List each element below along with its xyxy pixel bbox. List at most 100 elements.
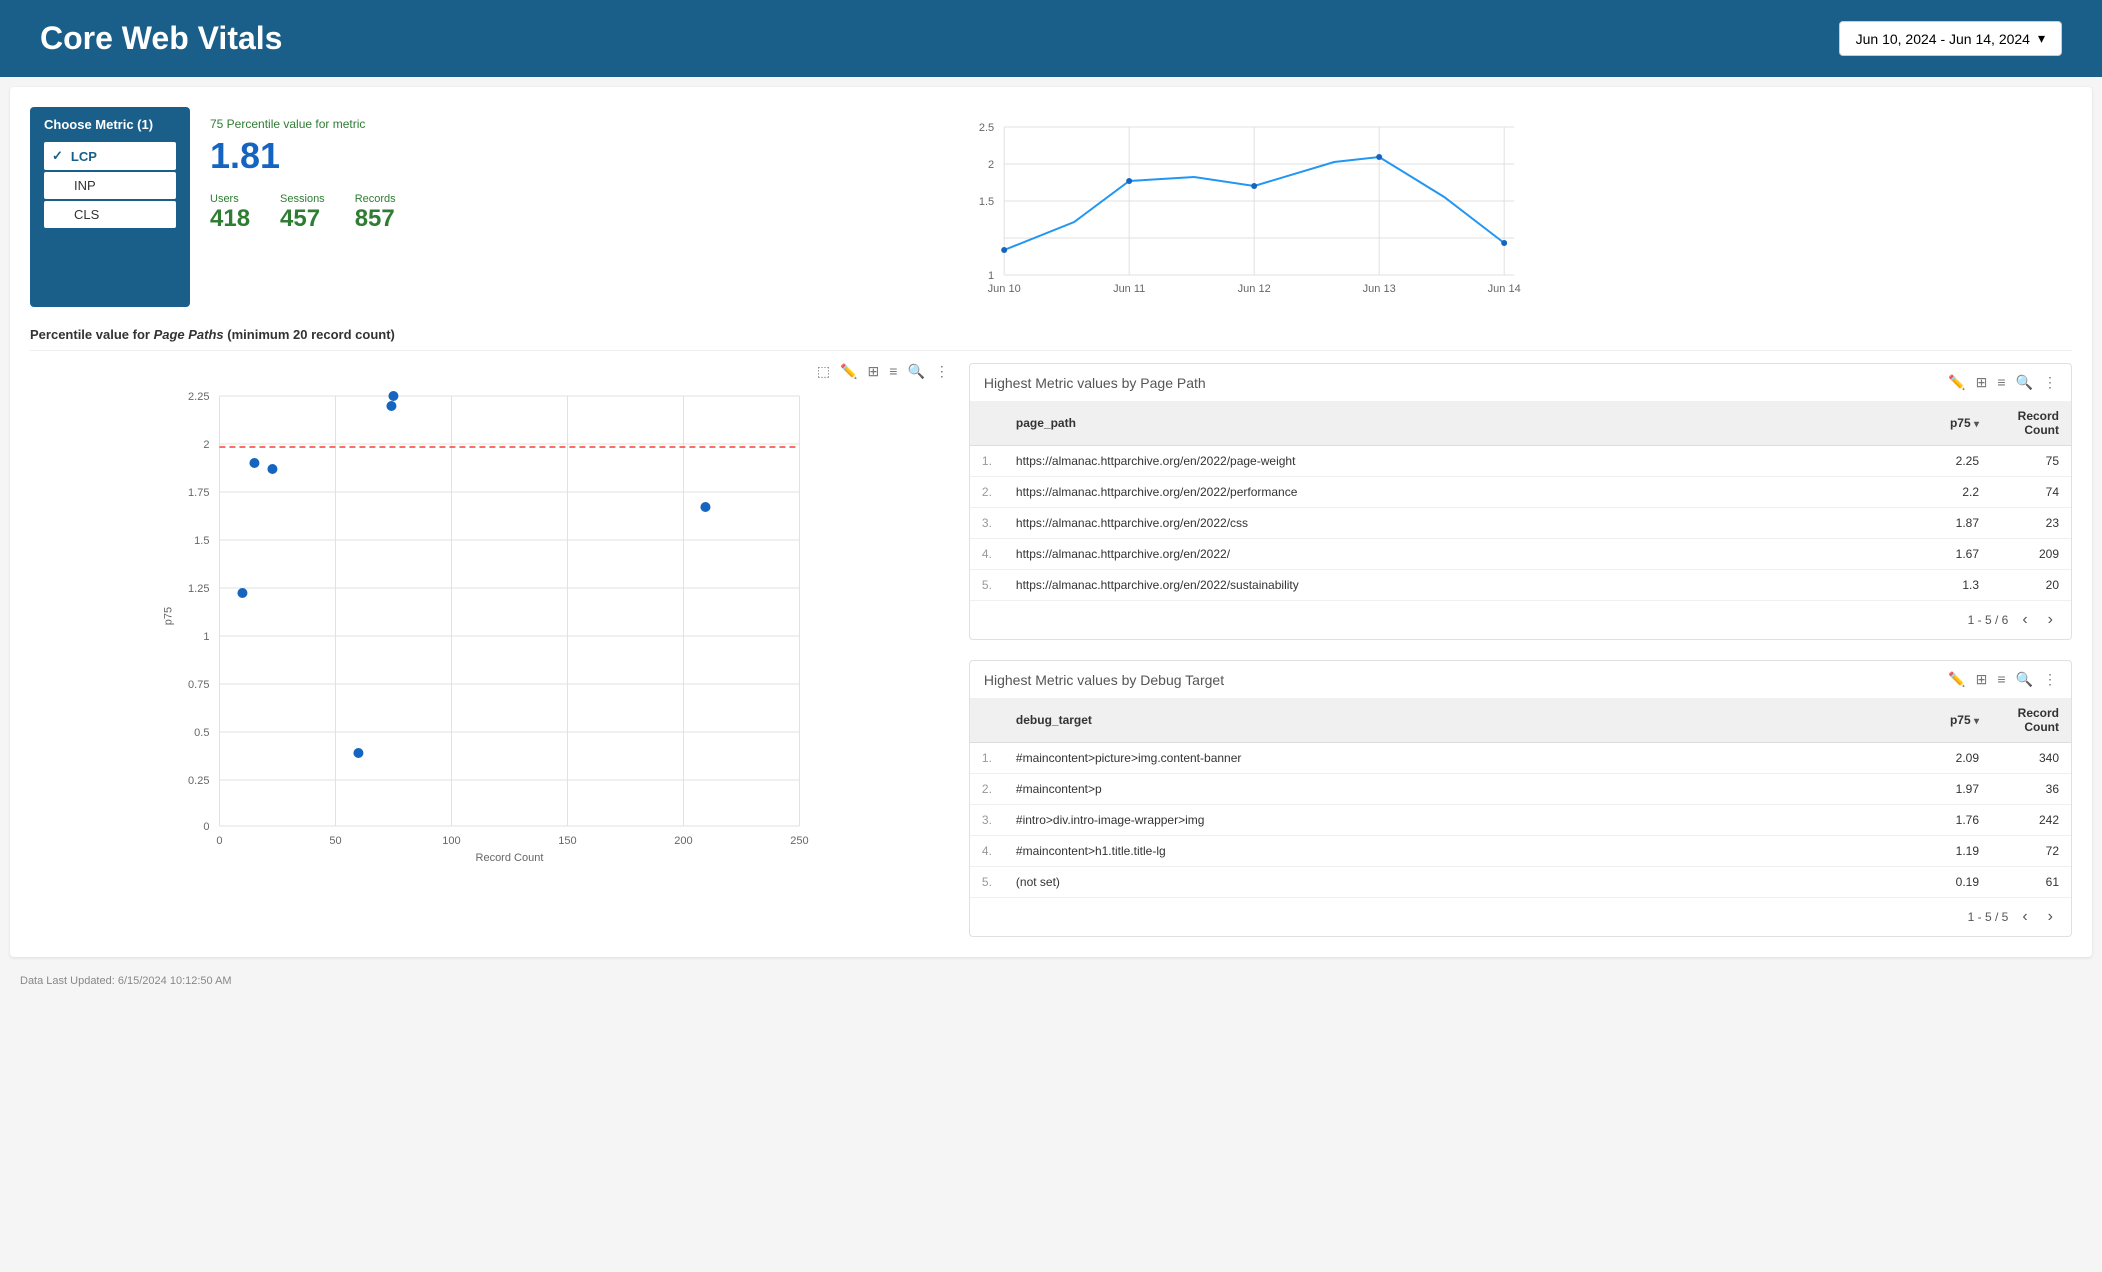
svg-text:Jun 11: Jun 11 <box>1113 283 1145 295</box>
col-record-count[interactable]: RecordCount <box>1991 401 2071 446</box>
p75-cell: 1.19 <box>1818 836 1991 867</box>
filter-sliders-icon[interactable]: ⊞ <box>868 363 880 380</box>
scatter-svg: 2.25 2 1.75 1.5 1.25 1 0.75 0.5 0.25 0 p… <box>30 386 949 866</box>
p75-cell: 1.87 <box>1846 508 1992 539</box>
table-row: 5. https://almanac.httparchive.org/en/20… <box>970 570 2071 601</box>
sessions-value: 457 <box>280 205 325 233</box>
p75-cell: 2.2 <box>1846 477 1992 508</box>
svg-text:100: 100 <box>442 835 460 847</box>
path-cell: https://almanac.httparchive.org/en/2022/ <box>1004 539 1846 570</box>
col-page-path[interactable]: page_path <box>1004 401 1846 446</box>
debug-table-icons: ✏️ ⊞ ≡ 🔍 ⋮ <box>1948 671 2057 688</box>
svg-text:1: 1 <box>203 631 209 643</box>
count-cell: 242 <box>1991 805 2071 836</box>
path-cell: https://almanac.httparchive.org/en/2022/… <box>1004 446 1846 477</box>
date-range-label: Jun 10, 2024 - Jun 14, 2024 <box>1856 31 2030 47</box>
footer: Data Last Updated: 6/15/2024 10:12:50 AM <box>0 967 2102 995</box>
records-value: 857 <box>355 205 396 233</box>
row-num: 5. <box>970 570 1004 601</box>
search-icon[interactable]: 🔍 <box>907 363 924 380</box>
col-p75[interactable]: p75 ▾ <box>1846 401 1992 446</box>
page-path-table: page_path p75 ▾ RecordCount 1. https://a… <box>970 401 2071 601</box>
date-range-button[interactable]: Jun 10, 2024 - Jun 14, 2024 ▾ <box>1839 21 2062 56</box>
more-icon[interactable]: ⋮ <box>2043 671 2057 688</box>
sliders-icon[interactable]: ⊞ <box>1976 374 1988 391</box>
row-num: 3. <box>970 508 1004 539</box>
svg-text:50: 50 <box>329 835 341 847</box>
col-debug-target[interactable]: debug_target <box>1004 698 1818 743</box>
sessions-label: Sessions <box>280 193 325 205</box>
svg-text:0.75: 0.75 <box>188 679 209 691</box>
count-cell: 75 <box>1991 446 2071 477</box>
svg-text:0: 0 <box>216 835 222 847</box>
users-stat: Users 418 <box>210 193 250 233</box>
p75-cell: 1.3 <box>1846 570 1992 601</box>
page-title: Core Web Vitals <box>40 20 282 57</box>
svg-text:2: 2 <box>988 159 994 171</box>
table-row: 2. #maincontent>p 1.97 36 <box>970 774 2071 805</box>
debug-page-info: 1 - 5 / 5 <box>1968 910 2009 924</box>
target-cell: #intro>div.intro-image-wrapper>img <box>1004 805 1818 836</box>
table-row: 4. https://almanac.httparchive.org/en/20… <box>970 539 2071 570</box>
filter-icon[interactable]: ≡ <box>1997 671 2005 688</box>
debug-pagination: 1 - 5 / 5 ‹ › <box>970 898 2071 936</box>
debug-prev-btn[interactable]: ‹ <box>2016 906 2033 928</box>
svg-text:Jun 10: Jun 10 <box>987 283 1020 295</box>
row-num: 5. <box>970 867 1004 898</box>
p75-cell: 0.19 <box>1818 867 1991 898</box>
metric-option-inp[interactable]: INP <box>44 172 176 199</box>
main-container: Choose Metric (1) ✓ LCP INP CLS 75 Perce… <box>10 87 2092 957</box>
select-icon[interactable]: ⬚ <box>817 363 830 380</box>
more-icon[interactable]: ⋮ <box>935 363 949 380</box>
top-section: Choose Metric (1) ✓ LCP INP CLS 75 Perce… <box>30 107 2072 307</box>
svg-text:1.5: 1.5 <box>194 535 209 547</box>
row-num: 1. <box>970 743 1004 774</box>
percentile-label: 75 Percentile value for metric <box>210 117 396 131</box>
svg-text:Record Count: Record Count <box>476 852 544 864</box>
metric-option-lcp[interactable]: ✓ LCP <box>44 142 176 170</box>
more-icon[interactable]: ⋮ <box>2043 374 2057 391</box>
count-cell: 340 <box>1991 743 2071 774</box>
table-row: 4. #maincontent>h1.title.title-lg 1.19 7… <box>970 836 2071 867</box>
sliders-icon[interactable]: ⊞ <box>1976 671 1988 688</box>
svg-text:1.25: 1.25 <box>188 583 209 595</box>
search-icon[interactable]: 🔍 <box>2016 671 2033 688</box>
col-p75[interactable]: p75 ▾ <box>1818 698 1991 743</box>
svg-text:2: 2 <box>203 439 209 451</box>
svg-text:Jun 13: Jun 13 <box>1362 283 1395 295</box>
chevron-down-icon: ▾ <box>2038 30 2045 47</box>
col-record-count[interactable]: RecordCount <box>1991 698 2071 743</box>
path-cell: https://almanac.httparchive.org/en/2022/… <box>1004 570 1846 601</box>
page-path-prev-btn[interactable]: ‹ <box>2016 609 2033 631</box>
stats-row: Users 418 Sessions 457 Records 857 <box>210 193 396 233</box>
search-icon[interactable]: 🔍 <box>2016 374 2033 391</box>
check-icon: ✓ <box>52 148 63 164</box>
col-num <box>970 401 1004 446</box>
page-path-next-btn[interactable]: › <box>2042 609 2059 631</box>
choose-metric-dropdown[interactable]: Choose Metric (1) ✓ LCP INP CLS <box>30 107 190 307</box>
records-stat: Records 857 <box>355 193 396 233</box>
bottom-section: ⬚ ✏️ ⊞ ≡ 🔍 ⋮ <box>30 363 2072 937</box>
users-value: 418 <box>210 205 250 233</box>
sessions-stat: Sessions 457 <box>280 193 325 233</box>
scatter-panel: ⬚ ✏️ ⊞ ≡ 🔍 ⋮ <box>30 363 949 937</box>
svg-text:0.25: 0.25 <box>188 775 209 787</box>
row-num: 4. <box>970 836 1004 867</box>
filter-icon[interactable]: ≡ <box>1997 374 2005 391</box>
table-row: 3. #intro>div.intro-image-wrapper>img 1.… <box>970 805 2071 836</box>
footer-text: Data Last Updated: 6/15/2024 10:12:50 AM <box>20 975 232 987</box>
svg-text:200: 200 <box>674 835 692 847</box>
filter-icon[interactable]: ≡ <box>889 363 897 380</box>
svg-text:0: 0 <box>203 821 209 833</box>
debug-table-header: Highest Metric values by Debug Target ✏️… <box>970 661 2071 698</box>
metric-option-cls[interactable]: CLS <box>44 201 176 228</box>
edit-icon[interactable]: ✏️ <box>1948 374 1965 391</box>
edit-icon[interactable]: ✏️ <box>840 363 857 380</box>
row-num: 4. <box>970 539 1004 570</box>
debug-next-btn[interactable]: › <box>2042 906 2059 928</box>
row-num: 1. <box>970 446 1004 477</box>
edit-icon[interactable]: ✏️ <box>1948 671 1965 688</box>
line-chart-container: 2.5 2 1.5 1 Jun 10 Jun 11 Jun 12 Jun 13 … <box>416 107 2072 307</box>
table-row: 3. https://almanac.httparchive.org/en/20… <box>970 508 2071 539</box>
svg-text:1.5: 1.5 <box>979 196 994 208</box>
